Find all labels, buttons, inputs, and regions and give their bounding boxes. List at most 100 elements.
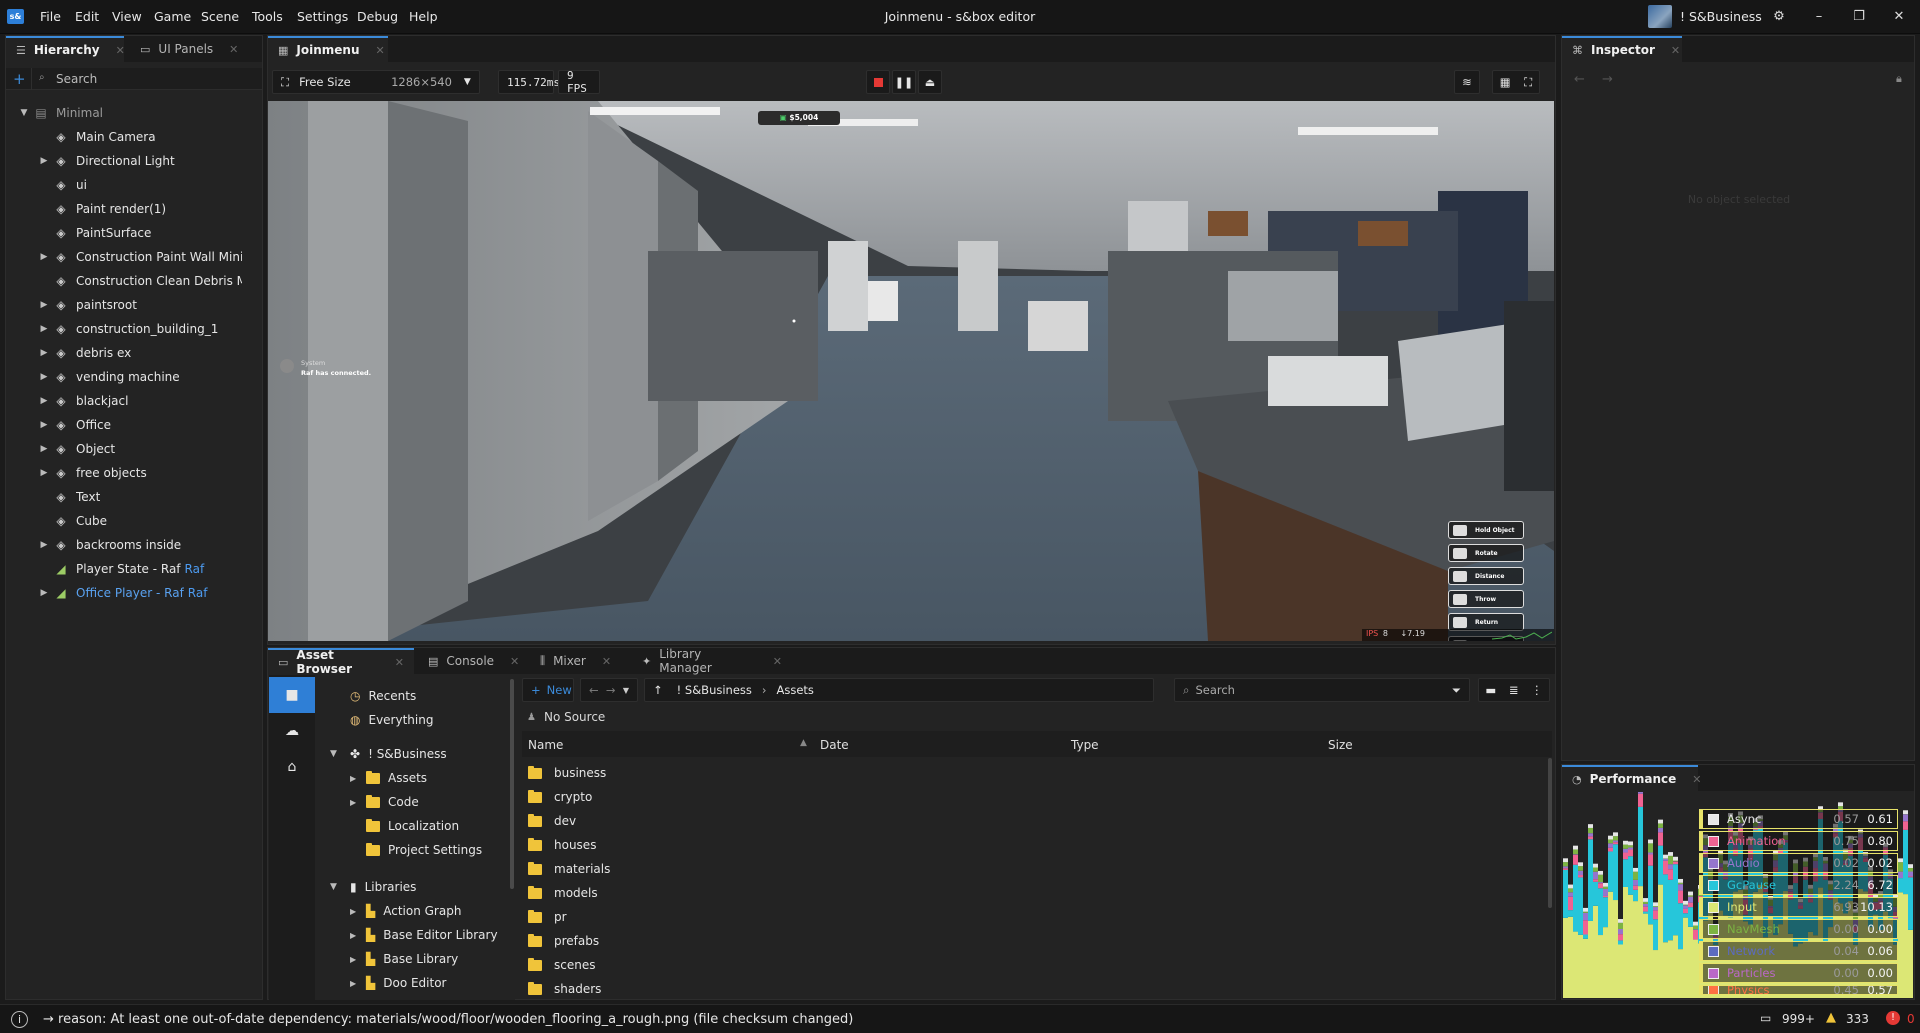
back-arrow-icon[interactable]: ← <box>589 683 599 697</box>
hierarchy-item[interactable]: ◢ Player State - Raf Raf <box>38 557 284 581</box>
expand-arrow-icon[interactable]: ▶ <box>38 444 50 454</box>
library-assets-button[interactable]: ⌂ <box>269 749 315 785</box>
perf-row[interactable]: Audio 0.02 0.02 <box>1699 853 1898 873</box>
hierarchy-item[interactable]: ◈ ui <box>38 173 284 197</box>
file-row[interactable]: business <box>528 761 1528 785</box>
tree-scrollbar[interactable] <box>510 679 514 889</box>
list-view-icon[interactable]: ≣ <box>1509 683 1519 697</box>
layout-grid-icon[interactable]: ▦ <box>1500 75 1511 89</box>
expand-arrow-icon[interactable]: ▶ <box>38 324 50 334</box>
menu-tools[interactable]: Tools <box>252 9 283 24</box>
settings-gear-icon[interactable]: ⚙ <box>1768 6 1790 28</box>
hierarchy-item[interactable]: ◈ PaintSurface <box>38 221 284 245</box>
messages-count[interactable]: 999+ <box>1782 1012 1815 1026</box>
file-row[interactable]: pr <box>528 905 1528 929</box>
hierarchy-item[interactable]: ▶ ◢ Office Player - Raf Raf <box>38 581 284 605</box>
status-message[interactable]: → reason: At least one out-of-date depen… <box>43 1012 853 1027</box>
file-row[interactable]: prefabs <box>528 929 1528 953</box>
back-arrow-icon[interactable]: ← <box>1574 72 1585 87</box>
hierarchy-item[interactable]: ▶ ◈ paintsroot <box>38 293 284 317</box>
hierarchy-search-input[interactable]: Search <box>56 72 97 86</box>
filter-icon[interactable]: ⏷ <box>1452 683 1461 698</box>
tree-project[interactable]: ▼ ✤! S&Business <box>330 742 447 766</box>
expand-arrow-icon[interactable]: ▶ <box>38 300 50 310</box>
hierarchy-item[interactable]: ◈ Cube <box>38 509 284 533</box>
tree-folder[interactable]: Localization <box>350 814 459 838</box>
tab-inspector[interactable]: ⌘ Inspector ✕ <box>1562 36 1682 62</box>
tab-joinmenu[interactable]: ▦ Joinmenu ✕ <box>268 36 388 62</box>
file-row[interactable]: shaders <box>528 977 1528 1001</box>
tab-performance[interactable]: ◔ Performance ✕ <box>1562 765 1701 791</box>
chevron-down-icon[interactable]: ▼ <box>623 686 629 695</box>
expand-arrow-icon[interactable]: ▶ <box>350 931 366 940</box>
source-filter[interactable]: ♟ No Source <box>527 708 605 726</box>
resolution-dropdown[interactable]: ⛶ Free Size 1286×540 ▼ <box>272 70 480 94</box>
expand-arrow-icon[interactable]: ▶ <box>38 468 50 478</box>
expand-arrow-icon[interactable]: ▶ <box>38 588 50 598</box>
eject-button[interactable]: ⏏ <box>918 70 942 94</box>
hierarchy-item[interactable]: ◈ Construction Clean Debris Minigame <box>38 269 284 293</box>
tree-folder[interactable]: ▶ Code <box>350 790 419 814</box>
perf-row[interactable]: GcPause 2.24 6.72 <box>1699 875 1898 895</box>
menu-file[interactable]: File <box>40 9 61 24</box>
menu-settings[interactable]: Settings <box>297 9 348 24</box>
breadcrumb-assets[interactable]: Assets <box>777 683 814 697</box>
collapse-arrow-icon[interactable]: ▼ <box>330 882 350 892</box>
file-list-scrollbar[interactable] <box>1548 758 1552 908</box>
folder-view-icon[interactable]: ▬ <box>1485 683 1496 697</box>
stop-button[interactable] <box>866 70 890 94</box>
expand-arrow-icon[interactable]: ▶ <box>38 372 50 382</box>
tree-library[interactable]: ▶ ▙ Base Editor Library <box>350 923 498 947</box>
expand-arrow-icon[interactable]: ▶ <box>350 979 366 988</box>
hierarchy-item[interactable]: ◈ Text <box>38 485 284 509</box>
expand-arrow-icon[interactable]: ▶ <box>38 396 50 406</box>
tree-folder[interactable]: Project Settings <box>350 838 482 862</box>
warnings-count[interactable]: 333 <box>1846 1012 1869 1026</box>
expand-arrow-icon[interactable]: ▶ <box>350 798 366 807</box>
column-type[interactable]: Type <box>1071 738 1099 752</box>
file-row[interactable]: models <box>528 881 1528 905</box>
restore-icon[interactable]: ❐ <box>1848 6 1870 28</box>
close-tab-icon[interactable]: ✕ <box>376 44 385 57</box>
tree-folder[interactable]: ▶ Assets <box>350 766 427 790</box>
perf-row[interactable]: Particles 0.00 0.00 <box>1699 963 1898 983</box>
tree-library[interactable]: ▶ ▙ Base Library <box>350 947 458 971</box>
tab-mixer[interactable]: ⫼ Mixer ✕ <box>530 648 630 674</box>
menu-view[interactable]: View <box>112 9 142 24</box>
collapse-arrow-icon[interactable]: ▼ <box>330 749 350 759</box>
menu-game[interactable]: Game <box>154 9 191 24</box>
warning-icon[interactable]: ▲ <box>1826 1010 1836 1025</box>
hierarchy-item[interactable]: ▶ ◈ vending machine <box>38 365 284 389</box>
tree-library[interactable]: ▶ ▙ Doo Editor <box>350 971 447 995</box>
hierarchy-item[interactable]: ▶ ◈ Object <box>38 437 284 461</box>
forward-arrow-icon[interactable]: → <box>1602 72 1613 87</box>
project-avatar[interactable] <box>1648 5 1672 28</box>
hierarchy-item[interactable]: ◈ Paint render(1) <box>38 197 284 221</box>
close-tab-icon[interactable]: ✕ <box>1692 773 1701 786</box>
close-tab-icon[interactable]: ✕ <box>602 655 611 668</box>
close-tab-icon[interactable]: ✕ <box>773 655 782 668</box>
perf-row[interactable]: Physics 0.45 0.57 <box>1699 985 1898 995</box>
messages-icon[interactable]: ▭ <box>1760 1011 1771 1025</box>
breadcrumb-project[interactable]: ! S&Business <box>677 683 752 697</box>
local-assets-button[interactable]: ■ <box>269 677 315 713</box>
menu-edit[interactable]: Edit <box>75 9 99 24</box>
expand-arrow-icon[interactable]: ▶ <box>38 540 50 550</box>
error-icon[interactable]: ! <box>1886 1011 1900 1025</box>
expand-arrow-icon[interactable]: ▶ <box>38 156 50 166</box>
tab-asset-browser[interactable]: ▭ Asset Browser ✕ <box>268 648 414 676</box>
tab-ui-panels[interactable]: ▭ UI Panels ✕ <box>130 36 260 62</box>
file-row[interactable]: materials <box>528 857 1528 881</box>
hierarchy-item[interactable]: ▶ ◈ free objects <box>38 461 284 485</box>
file-row[interactable]: crypto <box>528 785 1528 809</box>
hierarchy-root[interactable]: ▼ ▤ Minimal <box>18 101 264 125</box>
tab-console[interactable]: ▤ Console ✕ <box>418 648 528 674</box>
perf-row[interactable]: Async 0.57 0.61 <box>1699 809 1898 829</box>
menu-debug[interactable]: Debug <box>357 9 398 24</box>
menu-scene[interactable]: Scene <box>201 9 239 24</box>
network-button[interactable]: ≋ <box>1454 70 1480 94</box>
fullscreen-icon[interactable]: ⛶ <box>1524 75 1532 90</box>
hierarchy-item[interactable]: ▶ ◈ Directional Light <box>38 149 284 173</box>
forward-arrow-icon[interactable]: → <box>606 683 616 697</box>
expand-arrow-icon[interactable]: ▶ <box>38 348 50 358</box>
